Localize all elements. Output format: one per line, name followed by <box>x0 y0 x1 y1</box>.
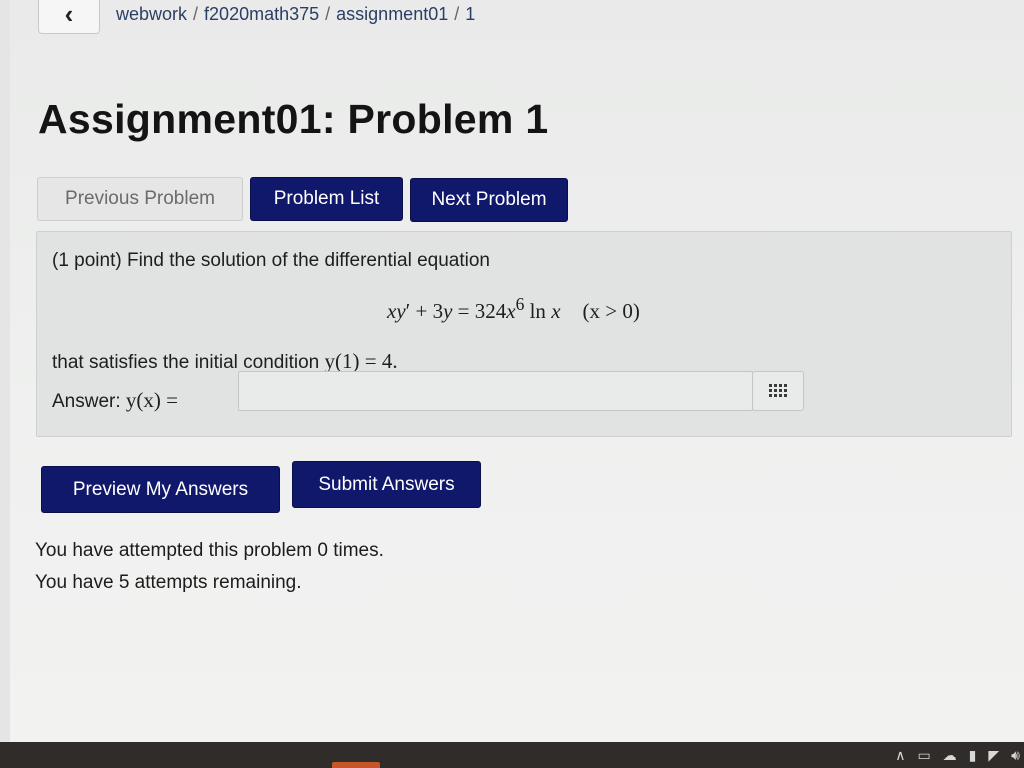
initial-condition-math: y(1) = 4. <box>324 349 398 373</box>
breadcrumb: webwork / f2020math375/assignment01/1 <box>116 4 475 25</box>
answer-input[interactable] <box>238 371 753 411</box>
page-title: Assignment01: Problem 1 <box>38 96 549 142</box>
problem-box: (1 point) Find the solution of the diffe… <box>36 231 1012 437</box>
initial-condition-text: that satisfies the initial condition <box>52 352 320 373</box>
previous-problem-button[interactable]: Previous Problem <box>37 177 243 221</box>
back-button[interactable]: ‹ <box>38 0 100 34</box>
problem-text: Find the solution of the differential eq… <box>126 250 490 271</box>
problem-list-button[interactable]: Problem List <box>250 177 403 221</box>
system-tray: ∧ ▭ ☁ ▮ ◤ 🔊︎ <box>895 742 1020 768</box>
eq-equals: = 324 <box>452 299 507 323</box>
webwork-page: ‹ webwork / f2020math375/assignment01/1 As… <box>10 0 1024 742</box>
answer-label: Answer: y(x) = <box>52 388 178 413</box>
breadcrumb-separator: / <box>193 4 199 24</box>
speaker-icon[interactable]: 🔊︎ <box>1011 742 1020 768</box>
eq-domain-condition: (x > 0) <box>582 299 640 323</box>
eq-ln: ln <box>524 299 552 323</box>
breadcrumb-webwork[interactable]: webwork <box>116 4 187 24</box>
problem-statement: (1 point) Find the solution of the diffe… <box>52 250 490 272</box>
taskbar-app-indicator <box>332 762 380 768</box>
breadcrumb-assignment[interactable]: assignment01 <box>336 4 448 24</box>
differential-equation: xy′ + 3y = 324x6 ln x (x > 0) <box>387 294 640 324</box>
preview-answers-button[interactable]: Preview My Answers <box>41 466 280 513</box>
attempts-made: You have attempted this problem 0 times. <box>35 540 384 561</box>
eq-x: x <box>387 299 397 323</box>
os-taskbar: ∧ ▭ ☁ ▮ ◤ 🔊︎ <box>0 742 1024 768</box>
attempts-remaining: You have 5 attempts remaining. <box>35 572 302 593</box>
breadcrumb-separator: / <box>325 4 331 24</box>
top-bar: ‹ webwork / f2020math375/assignment01/1 <box>10 0 1024 38</box>
monitor-icon[interactable]: ▭ <box>917 742 930 768</box>
eq-plus: + 3 <box>410 299 444 323</box>
answer-label-math: y(x) = <box>125 388 179 412</box>
eq-x2: x <box>506 299 516 323</box>
battery-icon[interactable]: ▮ <box>969 742 977 768</box>
chevron-left-icon: ‹ <box>64 0 74 29</box>
problem-points: (1 point) <box>52 250 122 271</box>
answer-label-text: Answer: <box>52 391 121 412</box>
breadcrumb-problem: 1 <box>465 4 476 24</box>
grid-icon <box>769 384 787 397</box>
chevron-up-icon[interactable]: ∧ <box>895 742 905 768</box>
breadcrumb-separator: / <box>454 4 460 24</box>
answer-row: Answer: y(x) = <box>52 371 804 413</box>
cloud-icon[interactable]: ☁ <box>943 742 957 768</box>
eq-x3: x <box>551 299 561 323</box>
breadcrumb-course[interactable]: f2020math375 <box>204 4 319 24</box>
next-problem-button[interactable]: Next Problem <box>410 178 568 222</box>
submit-answers-button[interactable]: Submit Answers <box>292 461 481 508</box>
attempts-info: You have attempted this problem 0 times.… <box>35 535 384 599</box>
equation-palette-button[interactable] <box>752 371 804 411</box>
eq-y: y <box>396 299 406 323</box>
wifi-icon[interactable]: ◤ <box>988 742 999 768</box>
